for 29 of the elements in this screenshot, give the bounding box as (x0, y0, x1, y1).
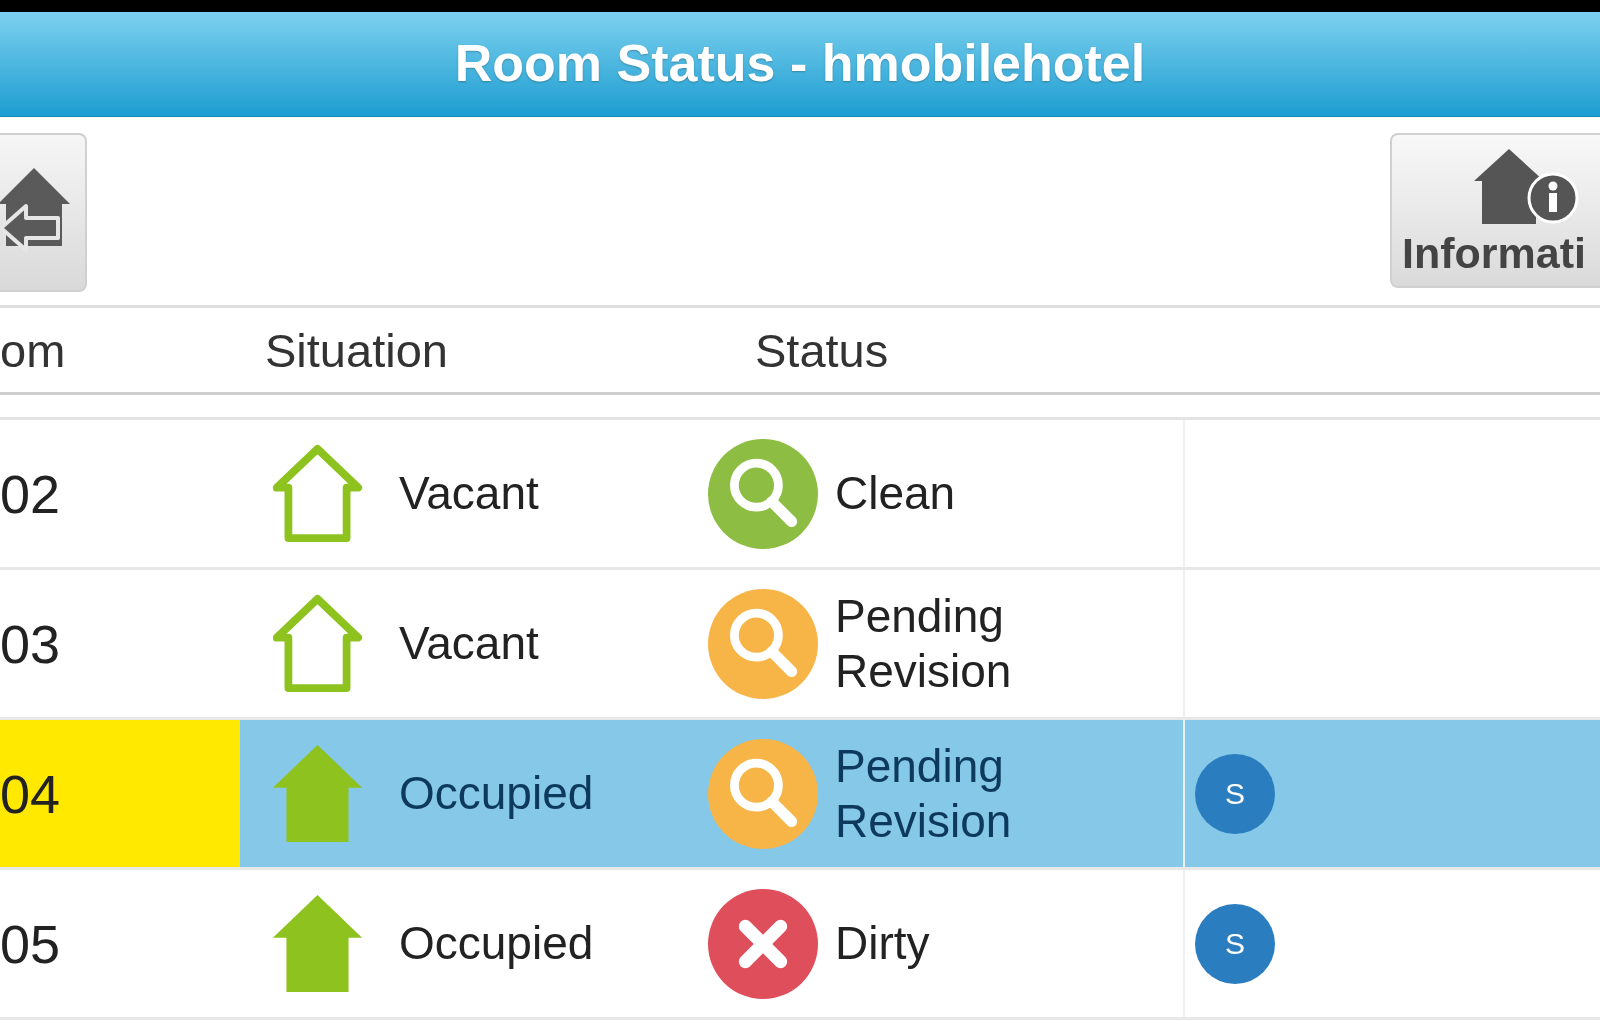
room-number: 04 (0, 762, 61, 825)
room-number: 05 (0, 912, 61, 975)
column-header: Status (755, 323, 889, 377)
magnifier-icon (708, 588, 818, 699)
room-number: 02 (0, 462, 61, 525)
window-title: Room Status - hmobilehotel (454, 35, 1146, 93)
cross-icon (708, 888, 818, 999)
column-header: om (0, 323, 66, 377)
status-label: Pending Revision (835, 588, 1013, 699)
initial-badge: S (1195, 753, 1275, 834)
initial-badge: S (1195, 903, 1275, 984)
table-row[interactable]: 04 Occupied Pending Revision S (0, 720, 1600, 870)
situation-label: Occupied (399, 916, 594, 971)
situation-label: Vacant (399, 616, 539, 671)
status-label: Pending Revision (835, 738, 1013, 849)
status-label: Clean (835, 466, 956, 521)
magnifier-icon (708, 438, 818, 549)
room-number: 03 (0, 612, 61, 675)
table-row[interactable]: 02 Vacant Clean (0, 420, 1600, 570)
situation-label: Occupied (399, 766, 594, 821)
situation-label: Vacant (399, 466, 539, 521)
back-button[interactable] (0, 133, 87, 292)
info-button[interactable]: Informati (1390, 133, 1600, 288)
house-info-icon (1474, 149, 1579, 224)
status-label: Dirty (835, 916, 930, 971)
table-row[interactable]: 05 Occupied Dirty S (0, 870, 1600, 1020)
table-row[interactable]: 03 Vacant Pending Revision (0, 570, 1600, 720)
magnifier-icon (708, 738, 818, 849)
column-header: Situation (265, 323, 448, 377)
